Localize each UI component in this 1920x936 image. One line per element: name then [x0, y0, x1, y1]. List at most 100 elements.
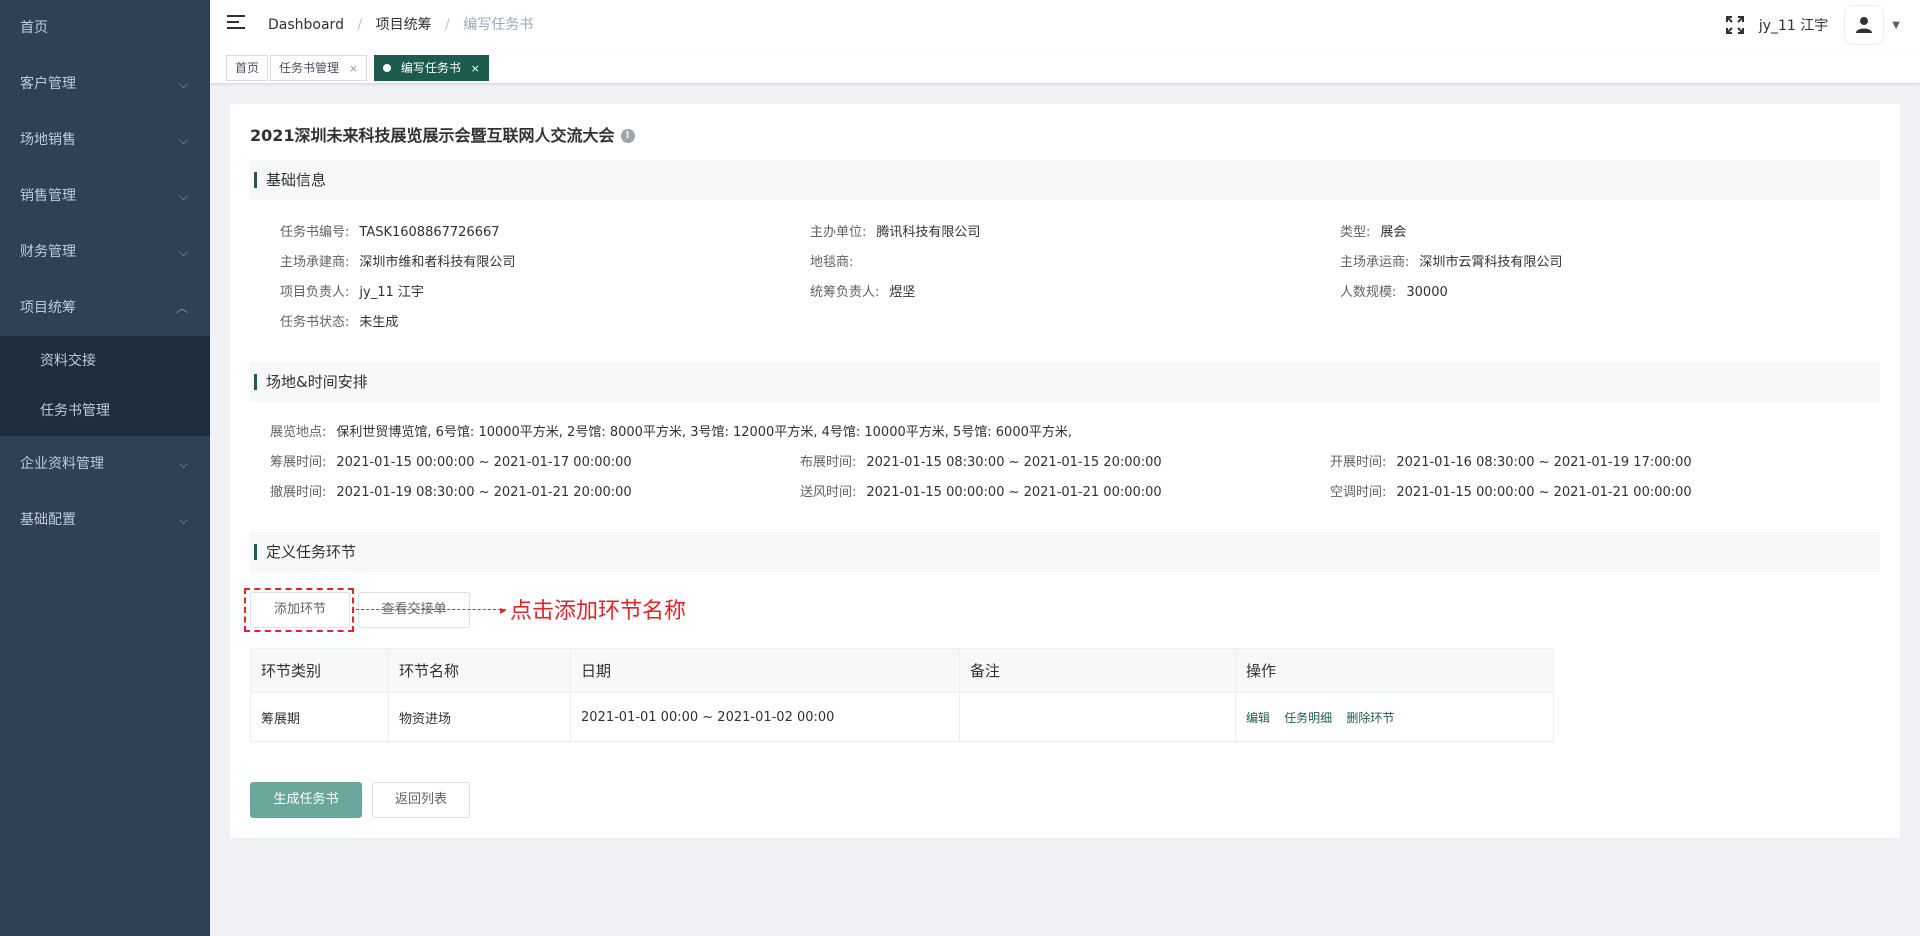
field-value: 2021-01-19 08:30:00 ~ 2021-01-21 20:00:0…: [336, 485, 632, 500]
section-title: 定义任务环节: [266, 543, 357, 561]
field-label: 主办单位:: [810, 225, 867, 240]
info-icon[interactable]: !: [620, 128, 635, 143]
user-icon: [1856, 17, 1873, 33]
field-value: 保利世贸博览馆, 6号馆: 10000平方米, 2号馆: 8000平方米, 3号…: [336, 425, 1072, 440]
avatar[interactable]: [1844, 5, 1885, 45]
annotation-text: 点击添加环节名称: [510, 599, 687, 624]
cell-date: 2021-01-01 00:00 ~ 2021-01-02 00:00: [570, 692, 960, 742]
field-label: 类型:: [1340, 225, 1371, 240]
sidebar-submenu-project: 资料交接 任务书管理: [0, 336, 210, 436]
table-header-row: 环节类别 环节名称 日期 备注 操作: [250, 648, 1554, 693]
sidebar-subitem-task-book[interactable]: 任务书管理: [0, 386, 210, 436]
edit-link[interactable]: 编辑: [1246, 711, 1270, 725]
field-label: 地毯商:: [810, 255, 854, 270]
hamburger-icon[interactable]: [227, 15, 245, 31]
field-open-time: 开展时间: 2021-01-16 08:30:00 ~ 2021-01-19 17…: [1330, 451, 1692, 470]
field-task-no: 任务书编号: TASK1608867726667: [280, 221, 500, 240]
field-carpet: 地毯商:: [810, 251, 863, 270]
task-detail-link[interactable]: 任务明细: [1284, 711, 1332, 725]
field-label: 主场承运商:: [1340, 255, 1410, 270]
table-row: 筹展期 物资进场 2021-01-01 00:00 ~ 2021-01-02 0…: [250, 692, 1554, 742]
field-project-lead: 项目负责人: jy_11 江宇: [280, 281, 424, 300]
sidebar-item-config[interactable]: 基础配置 ⌵: [0, 492, 210, 548]
page-title: 2021深圳未来科技展览展示会暨互联网人交流大会!: [250, 122, 635, 146]
sidebar: 首页 客户管理 ⌵ 场地销售 ⌵ 销售管理 ⌵ 财务管理 ⌵ 项目统筹 ︿ 资料…: [0, 0, 210, 936]
breadcrumb-item[interactable]: 项目统筹: [376, 17, 432, 33]
sidebar-item-label: 企业资料管理: [20, 456, 104, 472]
field-label: 项目负责人:: [280, 285, 350, 300]
field-value: TASK1608867726667: [359, 225, 500, 240]
active-dot-icon: [383, 63, 391, 72]
field-value: 2021-01-16 08:30:00 ~ 2021-01-19 17:00:0…: [1396, 455, 1692, 470]
navbar: Dashboard / 项目统筹 / 编写任务书 jy_11 江宇 ▼: [210, 0, 1920, 50]
field-label: 任务书状态:: [280, 315, 350, 330]
field-air-supply-time: 送风时间: 2021-01-15 00:00:00 ~ 2021-01-21 00…: [800, 481, 1162, 500]
sidebar-item-finance[interactable]: 财务管理 ⌵: [0, 224, 210, 280]
field-coordinator: 统筹负责人: 煜坚: [810, 281, 915, 300]
field-contractor: 主场承建商: 深圳市维和者科技有限公司: [280, 251, 515, 270]
chevron-down-icon: ⌵: [178, 77, 188, 91]
field-label: 主场承建商:: [280, 255, 350, 270]
field-label: 开展时间:: [1330, 455, 1387, 470]
field-label: 送风时间:: [800, 485, 857, 500]
close-icon[interactable]: ×: [349, 62, 358, 75]
annotation-arrow-line: [356, 609, 506, 610]
field-label: 撤展时间:: [270, 485, 327, 500]
breadcrumb-item[interactable]: Dashboard: [268, 17, 344, 33]
back-to-list-button[interactable]: 返回列表: [372, 782, 470, 818]
page-title-text: 2021深圳未来科技展览展示会暨互联网人交流大会: [250, 126, 615, 145]
field-ac-time: 空调时间: 2021-01-15 00:00:00 ~ 2021-01-21 00…: [1330, 481, 1692, 500]
field-value: 2021-01-15 08:30:00 ~ 2021-01-15 20:00:0…: [866, 455, 1162, 470]
sidebar-item-label: 基础配置: [20, 512, 76, 528]
field-label: 展览地点:: [270, 425, 327, 440]
tag-label: 首页: [235, 61, 260, 75]
field-label: 筹展时间:: [270, 455, 327, 470]
sidebar-item-project[interactable]: 项目统筹 ︿: [0, 280, 210, 336]
sidebar-item-label: 财务管理: [20, 244, 76, 260]
fullscreen-icon[interactable]: [1725, 15, 1745, 35]
caret-down-icon[interactable]: ▼: [1892, 20, 1900, 31]
task-steps-table: 环节类别 环节名称 日期 备注 操作 筹展期 物资进场 2021-01-01 0…: [250, 648, 1554, 742]
sidebar-item-customer[interactable]: 客户管理 ⌵: [0, 56, 210, 112]
generate-task-book-button[interactable]: 生成任务书: [250, 782, 362, 818]
delete-step-link[interactable]: 删除环节: [1346, 711, 1394, 725]
field-value: 深圳市维和者科技有限公司: [359, 255, 516, 270]
field-label: 布展时间:: [800, 455, 857, 470]
tag-home[interactable]: 首页: [226, 55, 269, 81]
field-prep-time: 筹展时间: 2021-01-15 00:00:00 ~ 2021-01-17 00…: [270, 451, 632, 470]
view-handover-button[interactable]: 查看交接单: [358, 592, 470, 628]
column-header: 环节名称: [388, 648, 571, 693]
sidebar-item-sales[interactable]: 销售管理 ⌵: [0, 168, 210, 224]
chevron-down-icon: ⌵: [178, 189, 188, 203]
field-value: 展会: [1380, 225, 1407, 240]
sidebar-item-label: 资料交接: [40, 353, 96, 369]
field-label: 统筹负责人:: [810, 285, 880, 300]
sidebar-item-enterprise[interactable]: 企业资料管理 ⌵: [0, 436, 210, 492]
navbar-right: jy_11 江宇 ▼: [1725, 0, 1920, 50]
tag-label: 编写任务书: [400, 61, 461, 75]
annotation-highlight-box: [244, 588, 354, 632]
chevron-down-icon: ⌵: [178, 513, 188, 527]
tag-label: 任务书管理: [279, 61, 340, 75]
breadcrumb-item: 编写任务书: [463, 17, 534, 33]
sidebar-item-venue-sales[interactable]: 场地销售 ⌵: [0, 112, 210, 168]
field-value: jy_11 江宇: [359, 285, 424, 300]
field-label: 人数规模:: [1340, 285, 1397, 300]
username[interactable]: jy_11 江宇: [1759, 15, 1828, 35]
sidebar-subitem-handover[interactable]: 资料交接: [0, 336, 210, 386]
tag-task-book-manage[interactable]: 任务书管理 ×: [270, 55, 368, 81]
section-venue-time: 场地&时间安排: [250, 362, 1880, 402]
chevron-down-icon: ⌵: [178, 245, 188, 259]
tag-write-task-book[interactable]: 编写任务书 ×: [374, 55, 489, 81]
tags-view: 首页 任务书管理 × 编写任务书 ×: [210, 50, 1920, 84]
sidebar-item-home[interactable]: 首页: [0, 0, 210, 56]
column-header: 备注: [959, 648, 1236, 693]
field-carrier: 主场承运商: 深圳市云霄科技有限公司: [1340, 251, 1562, 270]
field-status: 任务书状态: 未生成: [280, 311, 398, 330]
sidebar-item-label: 销售管理: [20, 188, 76, 204]
close-icon[interactable]: ×: [471, 62, 480, 75]
field-setup-time: 布展时间: 2021-01-15 08:30:00 ~ 2021-01-15 20…: [800, 451, 1162, 470]
sidebar-item-label: 场地销售: [20, 132, 76, 148]
sidebar-item-label: 项目统筹: [20, 300, 76, 316]
cell-category: 筹展期: [250, 692, 389, 742]
